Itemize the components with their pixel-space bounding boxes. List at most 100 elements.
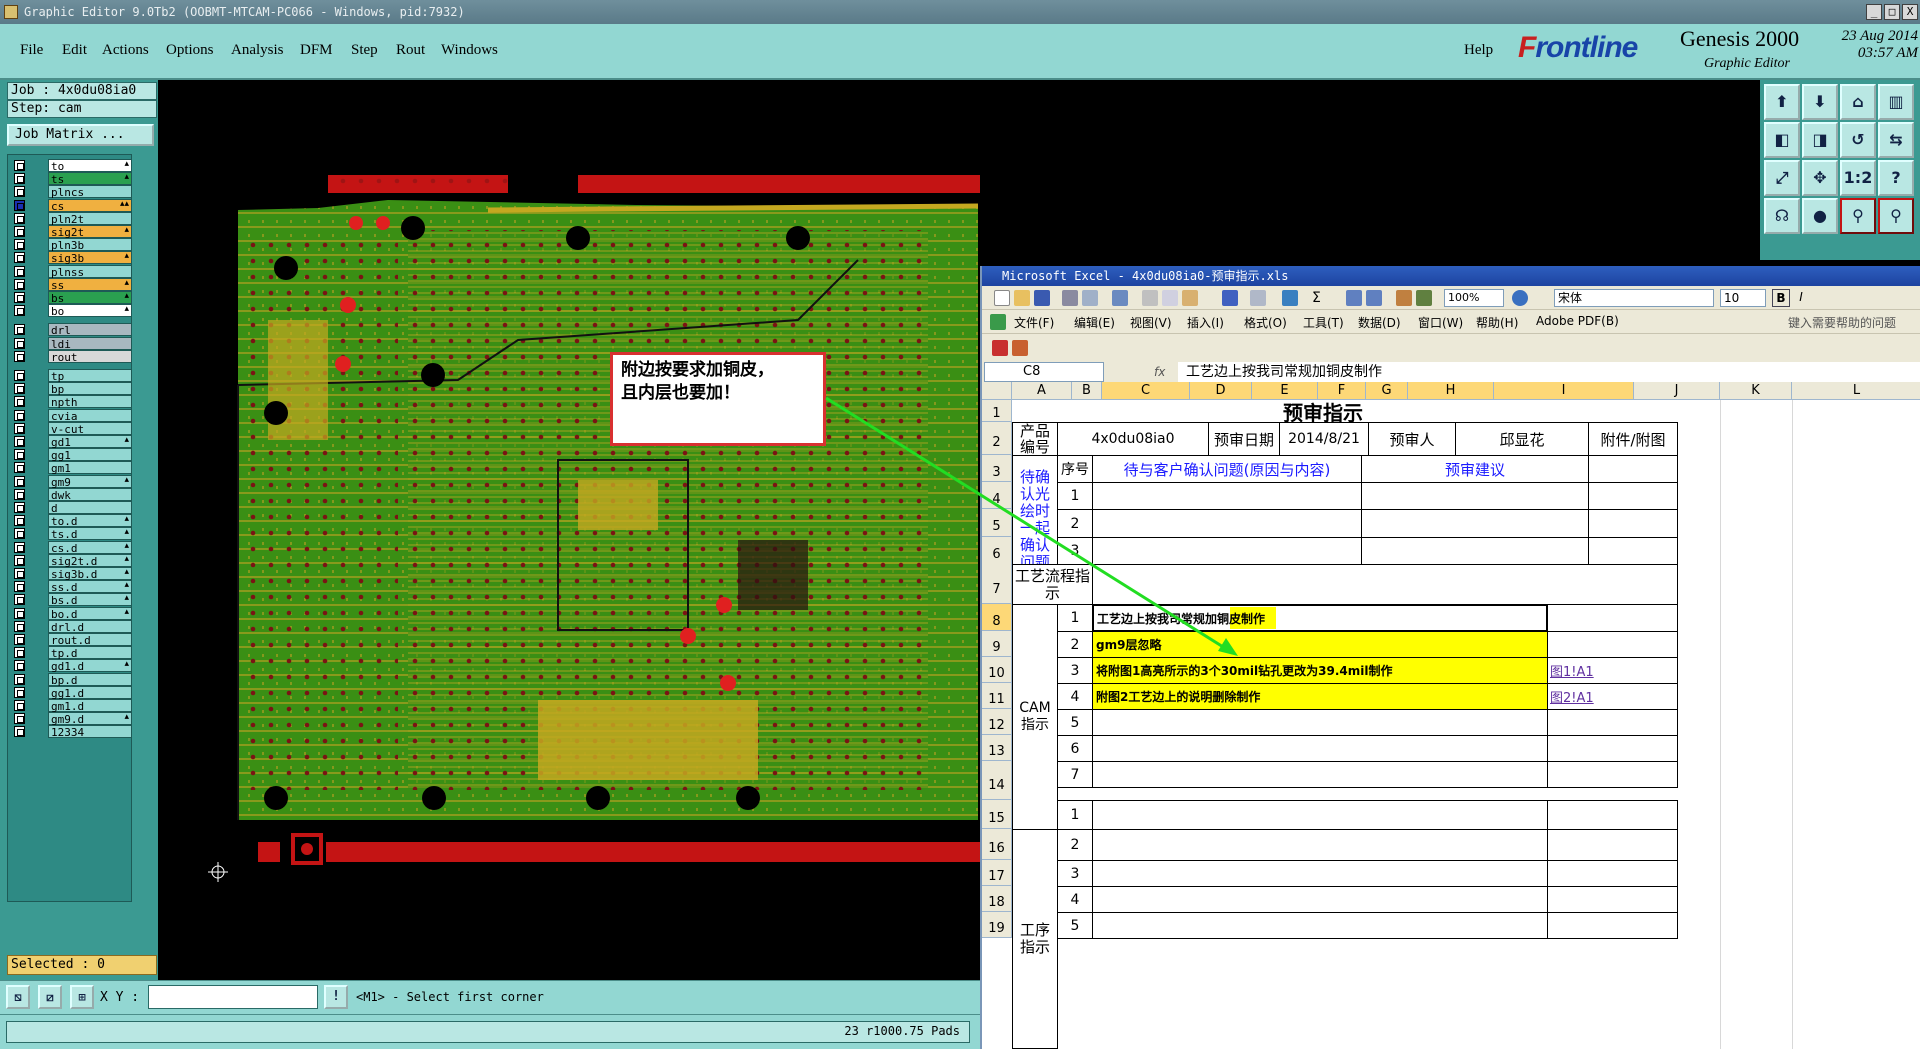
menu-analysis[interactable]: Analysis bbox=[231, 42, 284, 59]
close-button[interactable]: X bbox=[1902, 4, 1918, 20]
layer-row-ts[interactable]: ts ▴ bbox=[12, 172, 132, 186]
tool-down-icon[interactable]: ⬇ bbox=[1802, 84, 1838, 120]
layer-checkbox[interactable] bbox=[14, 173, 25, 185]
layer-checkbox[interactable] bbox=[14, 160, 25, 171]
layer-checkbox[interactable] bbox=[14, 541, 25, 553]
warning-icon[interactable]: ! bbox=[324, 985, 348, 1009]
attachment-label[interactable]: 附件/附图 bbox=[1588, 422, 1678, 456]
layer-row-d[interactable]: d bbox=[12, 501, 132, 515]
col-header[interactable]: G bbox=[1366, 382, 1408, 400]
attachment-cell[interactable] bbox=[1588, 482, 1678, 510]
layer-checkbox[interactable] bbox=[14, 383, 25, 395]
flow-label[interactable]: 工艺流程指示 bbox=[1012, 564, 1093, 605]
menu-file[interactable]: File bbox=[20, 42, 43, 59]
cam-instruction-cell[interactable]: 工艺边上按我司常规加铜皮制作 bbox=[1092, 604, 1548, 632]
xl-menu-help[interactable]: 帮助(H) bbox=[1476, 314, 1518, 331]
tool-mirror-icon[interactable]: ⇆ bbox=[1878, 122, 1914, 158]
cam-instruction-cell[interactable] bbox=[1092, 761, 1548, 788]
row-header[interactable]: 15 bbox=[982, 800, 1012, 829]
new-icon[interactable] bbox=[994, 290, 1010, 306]
layer-row-gm9[interactable]: gm9 ▴ bbox=[12, 474, 132, 489]
layer-row-bp[interactable]: bp bbox=[12, 382, 132, 396]
layer-checkbox[interactable] bbox=[14, 350, 25, 362]
layer-name[interactable]: tp bbox=[48, 369, 132, 383]
xl-menu-adobe-pdf[interactable]: Adobe PDF(B) bbox=[1536, 314, 1619, 328]
copy-icon[interactable] bbox=[1162, 290, 1178, 306]
layer-checkbox[interactable] bbox=[14, 700, 25, 711]
col-header[interactable]: F bbox=[1318, 382, 1366, 400]
confirm-issue-cell[interactable] bbox=[1092, 509, 1362, 538]
xy-input[interactable] bbox=[148, 985, 318, 1009]
cam-instruction-cell[interactable] bbox=[1092, 735, 1548, 762]
menu-step[interactable]: Step bbox=[351, 42, 378, 59]
row-header[interactable]: 3 bbox=[982, 455, 1012, 482]
zoom-select[interactable]: 100% bbox=[1444, 289, 1504, 307]
layer-name[interactable]: sig2t.d bbox=[48, 553, 132, 568]
sort-asc-icon[interactable] bbox=[1346, 290, 1362, 306]
layer-row-tp[interactable]: tp bbox=[12, 369, 132, 383]
font-select[interactable]: 宋体 bbox=[1554, 289, 1714, 307]
layer-checkbox[interactable] bbox=[14, 265, 25, 277]
layer-row-sig3b[interactable]: sig3b ▴ bbox=[12, 251, 132, 265]
row-header[interactable]: 10 bbox=[982, 657, 1012, 683]
col-header[interactable]: A bbox=[1012, 382, 1072, 400]
layer-checkbox[interactable] bbox=[14, 199, 25, 211]
layer-checkbox[interactable] bbox=[14, 396, 25, 408]
layer-row-cs.d[interactable]: cs.d ▴ bbox=[12, 540, 132, 555]
tool-help-icon[interactable]: ? bbox=[1878, 160, 1914, 196]
layer-checkbox[interactable] bbox=[14, 673, 25, 685]
cam-instruction-cell[interactable] bbox=[1092, 709, 1548, 736]
menu-actions[interactable]: Actions bbox=[102, 42, 149, 59]
attachment-cell[interactable] bbox=[1547, 886, 1678, 913]
tool-route-icon[interactable]: ⚲ bbox=[1840, 198, 1876, 234]
layer-name[interactable]: sig3b bbox=[48, 251, 132, 265]
layer-row-gd1[interactable]: gd1 ▴ bbox=[12, 435, 132, 449]
drawing-icon[interactable] bbox=[1416, 290, 1432, 306]
confirm-seq[interactable]: 2 bbox=[1057, 509, 1093, 538]
tool-left-icon[interactable]: ◧ bbox=[1764, 122, 1800, 158]
confirm-issue-cell[interactable] bbox=[1092, 482, 1362, 510]
layer-name[interactable]: gm9.d bbox=[48, 712, 132, 726]
row-header[interactable]: 8 bbox=[982, 604, 1012, 631]
process-seq[interactable]: 2 bbox=[1057, 829, 1093, 861]
cam-seq[interactable]: 4 bbox=[1057, 683, 1093, 710]
layer-name[interactable]: bs bbox=[48, 291, 132, 305]
col-header[interactable]: C bbox=[1102, 382, 1190, 400]
layer-checkbox[interactable] bbox=[14, 305, 25, 317]
layer-name[interactable]: gm1.d bbox=[48, 699, 132, 713]
layer-checkbox[interactable] bbox=[14, 554, 25, 566]
layer-row-sig2t.d[interactable]: sig2t.d ▴ bbox=[12, 553, 132, 568]
process-cell[interactable] bbox=[1092, 912, 1548, 939]
tool-flip-icon[interactable]: ↺ bbox=[1840, 122, 1876, 158]
layer-row-plncs[interactable]: plncs bbox=[12, 185, 132, 199]
layer-row-gm9.d[interactable]: gm9.d ▴ bbox=[12, 712, 132, 726]
confirm-issue-cell[interactable] bbox=[1092, 537, 1362, 565]
attachment-link[interactable]: 图2!A1 bbox=[1547, 683, 1678, 710]
layer-row-12334[interactable]: 12334 bbox=[12, 725, 132, 739]
layer-name[interactable]: gd1 bbox=[48, 435, 132, 449]
layer-row-cvia[interactable]: cvia bbox=[12, 408, 132, 423]
col-header[interactable]: H bbox=[1408, 382, 1494, 400]
xl-menu-tools[interactable]: 工具(T) bbox=[1303, 314, 1344, 331]
menu-rout[interactable]: Rout bbox=[396, 42, 425, 59]
layer-checkbox[interactable] bbox=[14, 581, 25, 593]
attachment-link[interactable] bbox=[1547, 735, 1678, 762]
process-cell[interactable] bbox=[1092, 886, 1548, 913]
xl-menu-edit[interactable]: 编辑(E) bbox=[1074, 314, 1115, 331]
layer-row-bp.d[interactable]: bp.d bbox=[12, 672, 132, 687]
row-header[interactable]: 6 bbox=[982, 537, 1012, 565]
layer-checkbox[interactable] bbox=[14, 449, 25, 461]
layer-name[interactable]: bp.d bbox=[48, 672, 132, 687]
open-icon[interactable] bbox=[1014, 290, 1030, 306]
layer-name[interactable]: ts bbox=[48, 172, 132, 186]
layer-name[interactable]: ts.d bbox=[48, 527, 132, 541]
process-cell[interactable] bbox=[1092, 800, 1548, 830]
layer-row-bo[interactable]: bo ▴ bbox=[12, 304, 132, 318]
layer-checkbox[interactable] bbox=[14, 686, 25, 698]
pending-issues-label[interactable]: 待确认光绘时一起确认问题 bbox=[1012, 455, 1058, 565]
layer-checkbox[interactable] bbox=[14, 409, 25, 421]
layer-name[interactable]: rout bbox=[48, 349, 132, 364]
layer-checkbox[interactable] bbox=[14, 620, 25, 632]
xl-menu-file[interactable]: 文件(F) bbox=[1014, 314, 1054, 331]
sheet-title[interactable]: 预审指示 bbox=[1012, 400, 1634, 423]
